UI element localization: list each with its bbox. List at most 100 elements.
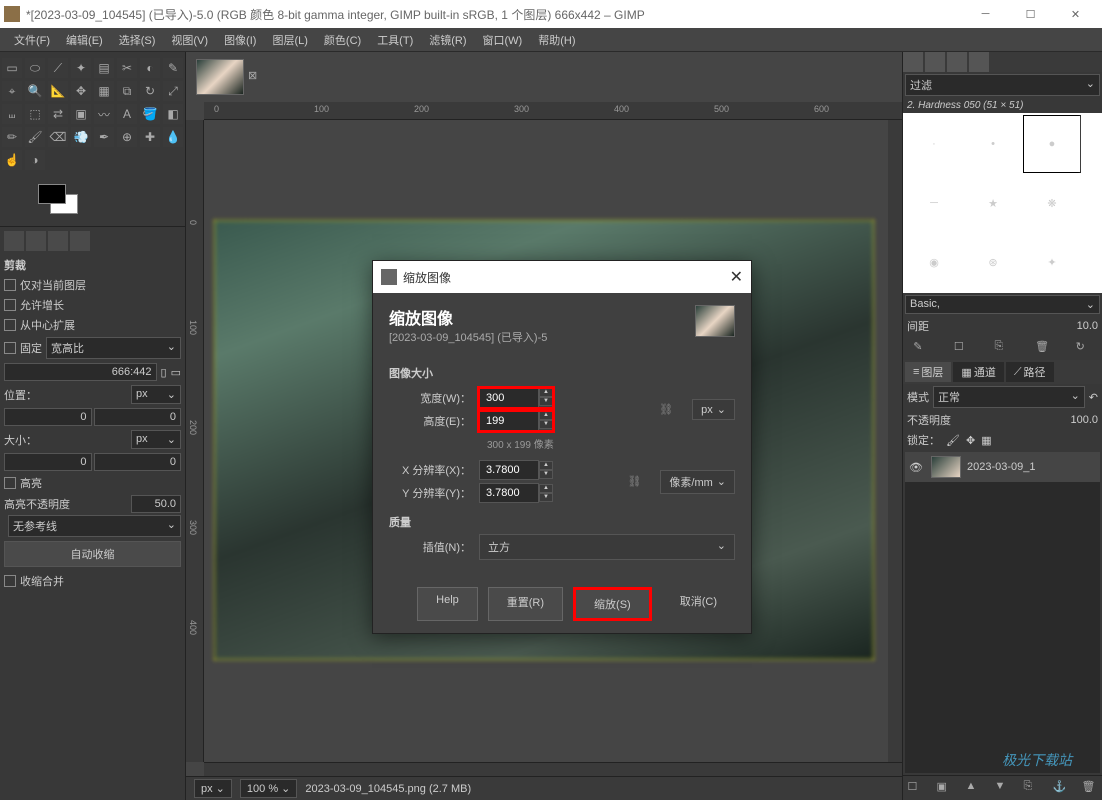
tool-measure[interactable]: 📐 — [48, 81, 68, 101]
tool-flip[interactable]: ⇄ — [48, 104, 68, 124]
tool-fuzzy-select[interactable]: ✦ — [71, 58, 91, 78]
tool-color-picker[interactable]: ⌖ — [2, 81, 22, 101]
image-thumbnail[interactable] — [196, 59, 244, 95]
lock-pixels-icon[interactable]: 🖌 — [946, 434, 960, 447]
brush-item[interactable]: ─ — [905, 174, 963, 232]
tool-pencil[interactable]: ✏ — [2, 127, 22, 147]
highlight-opacity[interactable]: 50.0 — [131, 495, 181, 513]
brush-item[interactable]: ❀ — [1082, 233, 1102, 291]
tool-eraser[interactable]: ⌫ — [48, 127, 68, 147]
size-h[interactable]: 0 — [94, 453, 182, 471]
scrollbar-horizontal[interactable] — [204, 762, 902, 776]
tool-rect-select[interactable]: ▭ — [2, 58, 22, 78]
opacity-value[interactable]: 100.0 — [951, 414, 1098, 426]
brush-tab-4[interactable] — [969, 52, 989, 72]
brush-item[interactable]: ● — [1023, 115, 1081, 173]
brush-item[interactable]: ⊛ — [964, 233, 1022, 291]
brush-tab-2[interactable] — [925, 52, 945, 72]
brush-item[interactable]: • — [964, 115, 1022, 173]
brush-tab-3[interactable] — [947, 52, 967, 72]
yres-input[interactable]: 3.7800 — [479, 483, 539, 503]
tool-by-color[interactable]: ▤ — [94, 58, 114, 78]
brush-item[interactable]: ❋ — [1023, 174, 1081, 232]
lock-alpha-icon[interactable]: ▦ — [981, 434, 991, 447]
tool-shear[interactable]: ⧢ — [2, 104, 22, 124]
maximize-button[interactable]: ☐ — [1008, 0, 1053, 28]
yres-down[interactable]: ▼ — [539, 493, 553, 502]
menu-filters[interactable]: 滤镜(R) — [421, 29, 474, 51]
brush-item[interactable]: ✦ — [1023, 233, 1081, 291]
interpolation-select[interactable]: 立方⌄ — [479, 534, 735, 560]
menu-layer[interactable]: 图层(L) — [264, 29, 315, 51]
tool-zoom[interactable]: 🔍 — [25, 81, 45, 101]
duplicate-icon[interactable]: ⎘ — [994, 340, 1010, 356]
width-down[interactable]: ▼ — [539, 397, 553, 406]
xres-down[interactable]: ▼ — [539, 470, 553, 479]
delete-icon[interactable]: 🗑 — [1035, 340, 1051, 356]
tab-paths[interactable]: ⟋ 路径 — [1006, 362, 1054, 382]
dialog-close-icon[interactable]: ✕ — [730, 267, 743, 287]
spacing-value[interactable]: 10.0 — [929, 320, 1098, 332]
tool-clone[interactable]: ⊕ — [117, 127, 137, 147]
fixed-select[interactable]: 宽高比⌄ — [46, 337, 181, 359]
res-unit-select[interactable]: 像素/mm⌄ — [660, 470, 735, 494]
new-icon[interactable]: ☐ — [954, 340, 970, 356]
tool-scale[interactable]: ⤢ — [163, 81, 183, 101]
auto-shrink-button[interactable]: 自动收缩 — [4, 541, 181, 567]
tool-blur[interactable]: 💧 — [163, 127, 183, 147]
minimize-button[interactable]: ─ — [963, 0, 1008, 28]
check-shrink-merged[interactable] — [4, 575, 16, 587]
lock-position-icon[interactable]: ✥ — [966, 434, 975, 447]
ruler-horizontal[interactable]: 0 100 200 300 400 500 600 — [204, 102, 902, 120]
check-allow-grow[interactable] — [4, 299, 16, 311]
menu-image[interactable]: 图像(I) — [216, 29, 264, 51]
size-unit[interactable]: px⌄ — [131, 430, 181, 449]
thumbnail-close-icon[interactable]: ⊠ — [248, 69, 264, 85]
status-zoom[interactable]: 100 % ⌄ — [240, 779, 297, 798]
layer-group-icon[interactable]: ▣ — [937, 780, 953, 796]
layer-item[interactable]: 👁 2023-03-09_1 — [905, 452, 1100, 482]
tool-perspective[interactable]: ⬚ — [25, 104, 45, 124]
check-from-center[interactable] — [4, 319, 16, 331]
yres-up[interactable]: ▲ — [539, 484, 553, 493]
help-button[interactable]: Help — [417, 587, 478, 621]
guides-select[interactable]: 无参考线⌄ — [8, 515, 181, 537]
brush-item[interactable]: · — [905, 115, 963, 173]
check-highlight[interactable] — [4, 477, 16, 489]
tool-rotate[interactable]: ↻ — [140, 81, 160, 101]
tool-paths[interactable]: ✎ — [163, 58, 183, 78]
menu-edit[interactable]: 编辑(E) — [58, 29, 111, 51]
fg-color-swatch[interactable] — [38, 184, 66, 204]
ruler-vertical[interactable]: 0 100 200 300 400 — [186, 120, 204, 762]
opt-tab-2[interactable] — [26, 231, 46, 251]
width-input[interactable]: 300 — [479, 388, 539, 408]
tool-foreground[interactable]: ◐ — [140, 58, 160, 78]
opt-tab-1[interactable] — [4, 231, 24, 251]
lower-layer-icon[interactable]: ▼ — [995, 780, 1011, 796]
brush-item[interactable]: ● — [1082, 115, 1102, 173]
scale-button[interactable]: 缩放(S) — [573, 587, 652, 621]
size-unit-select[interactable]: px⌄ — [692, 399, 735, 420]
status-unit[interactable]: px ⌄ — [194, 779, 232, 798]
ratio-input[interactable]: 666:442 — [4, 363, 157, 381]
tool-smudge[interactable]: ☝ — [2, 150, 22, 170]
brush-tab-1[interactable] — [903, 52, 923, 72]
menu-help[interactable]: 帮助(H) — [530, 29, 583, 51]
duplicate-layer-icon[interactable]: ⎘ — [1024, 780, 1040, 796]
reset-button[interactable]: 重置(R) — [488, 587, 563, 621]
scrollbar-vertical[interactable] — [888, 120, 902, 762]
opt-tab-3[interactable] — [48, 231, 68, 251]
anchor-layer-icon[interactable]: ⚓ — [1053, 780, 1069, 796]
brush-preset[interactable]: Basic,⌄ — [905, 295, 1100, 314]
reset-icon[interactable]: ↶ — [1089, 391, 1098, 404]
height-input[interactable]: 199 — [479, 411, 539, 431]
close-button[interactable]: ✕ — [1053, 0, 1098, 28]
menu-tools[interactable]: 工具(T) — [369, 29, 421, 51]
tool-dodge[interactable]: ◑ — [25, 150, 45, 170]
menu-view[interactable]: 视图(V) — [163, 29, 216, 51]
height-down[interactable]: ▼ — [539, 420, 553, 429]
mode-select[interactable]: 正常⌄ — [933, 386, 1085, 408]
brush-item[interactable]: ░ — [1082, 174, 1102, 232]
xres-input[interactable]: 3.7800 — [479, 460, 539, 480]
tool-scissors[interactable]: ✂ — [117, 58, 137, 78]
